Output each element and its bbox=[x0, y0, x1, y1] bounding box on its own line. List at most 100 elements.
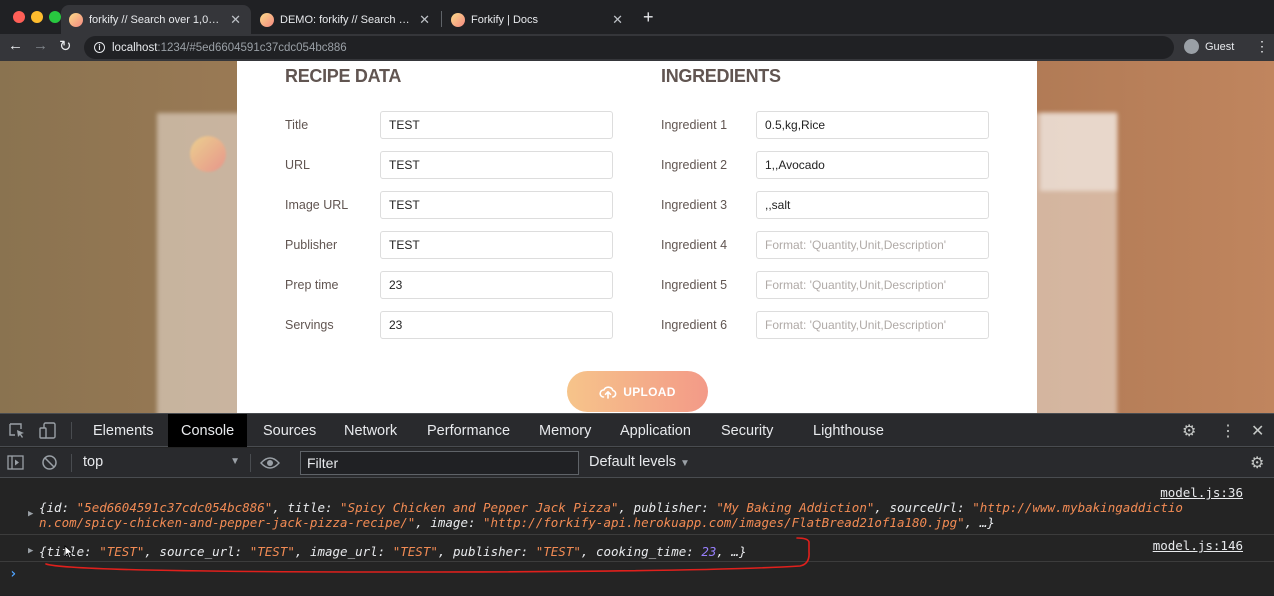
source-link[interactable]: model.js:36 bbox=[1160, 485, 1243, 500]
devtools-tab-console[interactable]: Console bbox=[168, 414, 248, 447]
image-url-row: Image URL TEST bbox=[285, 191, 613, 219]
levels-label: Default levels bbox=[589, 454, 677, 470]
page-viewport: RECIPE DATA INGREDIENTS Title TEST URL T… bbox=[0, 61, 1274, 413]
url-label: URL bbox=[285, 158, 311, 172]
ingredient-4-row: Ingredient 4 Format: 'Quantity,Unit,Desc… bbox=[661, 231, 989, 259]
image-url-input[interactable]: TEST bbox=[380, 191, 613, 219]
reload-icon[interactable]: ↻ bbox=[59, 37, 72, 55]
device-toolbar-icon[interactable] bbox=[39, 422, 57, 439]
string-token: "Spicy Chicken and Pepper Jack Pizza" bbox=[340, 500, 619, 515]
expand-triangle-icon[interactable]: ▶ bbox=[28, 546, 33, 556]
ingredients-heading: INGREDIENTS bbox=[661, 66, 781, 86]
live-expression-eye-icon[interactable] bbox=[260, 456, 280, 475]
string-token: "5ed6604591c37cdc054bc886" bbox=[76, 500, 273, 515]
browser-tab-docs[interactable]: Forkify | Docs ✕ bbox=[443, 5, 633, 34]
log-object-line-2: n.com/spicy-chicken-and-pepper-jack-pizz… bbox=[39, 515, 995, 530]
toolbar-divider bbox=[250, 454, 251, 472]
title-row: Title TEST bbox=[285, 111, 613, 139]
devtools-tab-security[interactable]: Security bbox=[708, 414, 786, 447]
upload-label: UPLOAD bbox=[623, 384, 676, 399]
key-token: , publisher: bbox=[618, 500, 717, 515]
prep-time-input[interactable]: 23 bbox=[380, 271, 613, 299]
ingredient-5-input[interactable]: Format: 'Quantity,Unit,Description' bbox=[756, 271, 989, 299]
clear-console-icon[interactable] bbox=[41, 454, 58, 476]
window-close-button[interactable] bbox=[13, 11, 25, 23]
devtools-tab-memory[interactable]: Memory bbox=[526, 414, 604, 447]
upload-button[interactable]: UPLOAD bbox=[567, 371, 708, 412]
browser-tab-forkify[interactable]: forkify // Search over 1,000,000 ✕ bbox=[61, 5, 251, 34]
address-bar[interactable]: i localhost:1234/#5ed6604591c37cdc054bc8… bbox=[84, 36, 1174, 59]
image-url-label: Image URL bbox=[285, 198, 349, 212]
forward-arrow-icon[interactable]: → bbox=[33, 37, 48, 54]
inspect-element-icon[interactable] bbox=[8, 422, 26, 439]
log-levels-dropdown[interactable]: Default levels ▼ bbox=[589, 454, 690, 470]
window-zoom-button[interactable] bbox=[49, 11, 61, 23]
devtools-tab-application[interactable]: Application bbox=[607, 414, 704, 447]
title-label: Title bbox=[285, 118, 309, 132]
mouse-pointer-icon bbox=[64, 545, 74, 564]
close-devtools-icon[interactable]: ✕ bbox=[1251, 421, 1264, 441]
close-icon[interactable]: ✕ bbox=[612, 12, 623, 28]
log-object-line-1: {title: "TEST", source_url: "TEST", imag… bbox=[39, 544, 746, 559]
key-token: , …} bbox=[964, 515, 995, 530]
servings-input[interactable]: 23 bbox=[380, 311, 613, 339]
site-info-icon[interactable]: i bbox=[94, 42, 105, 53]
browser-toolbar: ← → ↻ i localhost:1234/#5ed6604591c37cdc… bbox=[0, 34, 1274, 61]
key-token: , source_url: bbox=[144, 544, 250, 559]
key-token: , cooking_time: bbox=[580, 544, 702, 559]
devtools-tab-network[interactable]: Network bbox=[331, 414, 410, 447]
string-token: "http://www.mybakingaddictio bbox=[972, 500, 1183, 515]
devtools-tab-lighthouse[interactable]: Lighthouse bbox=[800, 414, 897, 447]
ingredient-1-input[interactable]: 0.5,kg,Rice bbox=[756, 111, 989, 139]
string-token: "My Baking Addiction" bbox=[716, 500, 875, 515]
browser-tab-demo[interactable]: DEMO: forkify // Search over 1,000,000 ✕ bbox=[252, 5, 440, 34]
key-token: {id: bbox=[39, 500, 77, 515]
ingredient-5-label: Ingredient 5 bbox=[661, 278, 728, 292]
url-path: :1234/#5ed6604591c37cdc054bc886 bbox=[157, 41, 347, 54]
key-token: , image: bbox=[415, 515, 484, 530]
console-filter-input[interactable]: Filter bbox=[300, 451, 579, 475]
string-token: n.com/spicy-chicken-and-pepper-jack-pizz… bbox=[39, 515, 416, 530]
devtools-tab-elements[interactable]: Elements bbox=[80, 414, 166, 447]
profile-button[interactable]: Guest bbox=[1184, 39, 1234, 54]
string-token: "TEST" bbox=[535, 544, 581, 559]
ingredient-4-input[interactable]: Format: 'Quantity,Unit,Description' bbox=[756, 231, 989, 259]
devtools-tab-performance[interactable]: Performance bbox=[414, 414, 523, 447]
more-options-icon[interactable]: ⋮ bbox=[1220, 421, 1236, 441]
message-divider bbox=[0, 561, 1274, 562]
new-tab-plus-icon[interactable]: + bbox=[643, 7, 654, 28]
ingredient-6-label: Ingredient 6 bbox=[661, 318, 728, 332]
ingredient-3-input[interactable]: ,,salt bbox=[756, 191, 989, 219]
ingredient-1-label: Ingredient 1 bbox=[661, 118, 728, 132]
string-token: "TEST" bbox=[249, 544, 295, 559]
url-host: localhost bbox=[112, 41, 158, 54]
title-input[interactable]: TEST bbox=[380, 111, 613, 139]
key-token: , …} bbox=[716, 544, 747, 559]
expand-triangle-icon[interactable]: ▶ bbox=[28, 509, 33, 519]
tab-title: Forkify | Docs bbox=[471, 13, 539, 26]
recipe-data-heading: RECIPE DATA bbox=[285, 66, 402, 86]
console-settings-gear-icon[interactable]: ⚙ bbox=[1250, 453, 1264, 473]
browser-menu-icon[interactable]: ⋮ bbox=[1255, 38, 1269, 55]
background-panel bbox=[1040, 113, 1117, 191]
close-icon[interactable]: ✕ bbox=[419, 12, 430, 28]
ingredient-6-input[interactable]: Format: 'Quantity,Unit,Description' bbox=[756, 311, 989, 339]
background-logo-icon bbox=[190, 136, 226, 172]
source-link[interactable]: model.js:146 bbox=[1153, 538, 1243, 553]
dropdown-caret-icon: ▼ bbox=[680, 458, 690, 469]
context-selector[interactable]: top ▼ bbox=[83, 454, 240, 470]
devtools-tab-sources[interactable]: Sources bbox=[250, 414, 329, 447]
show-sidebar-icon[interactable] bbox=[7, 455, 24, 475]
publisher-input[interactable]: TEST bbox=[380, 231, 613, 259]
console-prompt-icon[interactable]: › bbox=[9, 566, 17, 582]
window-minimize-button[interactable] bbox=[31, 11, 43, 23]
string-token: "http://forkify-api.herokuapp.com/images… bbox=[483, 515, 965, 530]
forkify-favicon-icon bbox=[451, 12, 465, 27]
log-object-line-1: {id: "5ed6604591c37cdc054bc886", title: … bbox=[39, 500, 1183, 515]
url-input[interactable]: TEST bbox=[380, 151, 613, 179]
close-icon[interactable]: ✕ bbox=[230, 12, 241, 28]
ingredient-2-input[interactable]: 1,,Avocado bbox=[756, 151, 989, 179]
settings-gear-icon[interactable]: ⚙ bbox=[1182, 421, 1196, 441]
guest-avatar-icon bbox=[1184, 39, 1199, 54]
back-arrow-icon[interactable]: ← bbox=[8, 37, 23, 54]
